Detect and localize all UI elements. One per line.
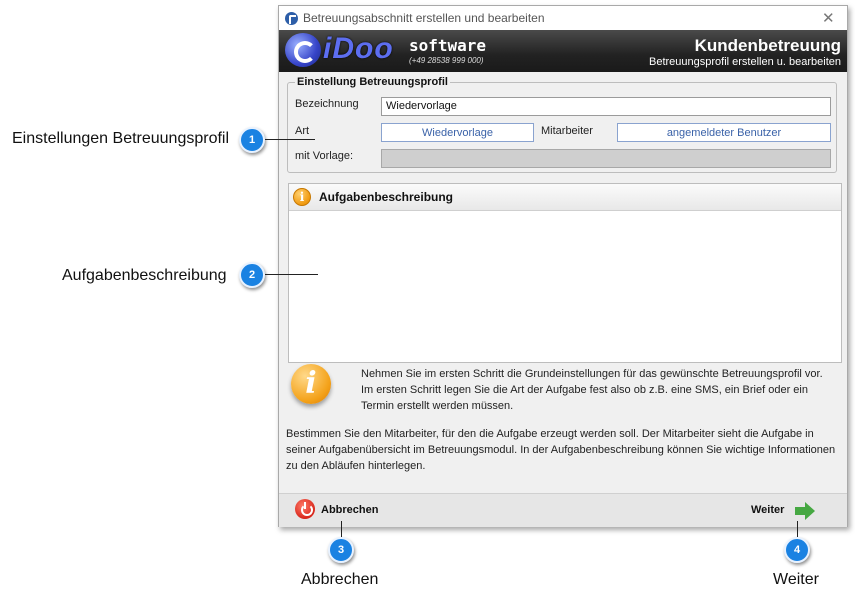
close-icon[interactable]: ✕ [822, 9, 835, 27]
cancel-button[interactable]: Abbrechen [289, 496, 399, 524]
callout-badge-1: 1 [239, 127, 265, 153]
callout-badge-3: 3 [328, 537, 354, 563]
callout-badge-2: 2 [239, 262, 265, 288]
dialog-footer: Abbrechen Weiter [279, 493, 847, 527]
callout-line-4 [797, 521, 798, 537]
bezeichnung-label: Bezeichnung [295, 98, 359, 110]
info-large-icon: i [291, 364, 331, 404]
profile-group-title: Einstellung Betreuungsprofil [295, 76, 450, 88]
vorlage-input[interactable] [381, 149, 831, 168]
callout-line-3 [341, 521, 342, 537]
banner-title: Kundenbetreuung [694, 36, 841, 55]
info-paragraph-2: Bestimmen Sie den Mitarbeiter, für den d… [286, 428, 836, 472]
cancel-label: Abbrechen [321, 504, 379, 516]
next-button[interactable]: Weiter [744, 496, 824, 524]
callout-label-1: Einstellungen Betreuungsprofil [12, 130, 230, 147]
task-panel-header: i Aufgabenbeschreibung [289, 184, 841, 211]
vorlage-label: mit Vorlage: [295, 150, 354, 162]
logo-text: iDoo [323, 32, 394, 65]
arrow-right-icon [805, 502, 815, 520]
callout-line-2 [265, 274, 318, 275]
art-label: Art [295, 125, 310, 137]
app-icon [285, 12, 298, 25]
callout-label-2: Aufgabenbeschreibung [62, 267, 227, 284]
header-banner: iDoo software (+49 28538 999 000) Kunden… [279, 30, 847, 72]
callout-label-3: Abbrechen [301, 571, 379, 588]
mitarbeiter-select[interactable]: angemeldeter Benutzer [617, 123, 831, 142]
info-paragraph-1: Nehmen Sie im ersten Schritt die Grundei… [361, 368, 823, 412]
task-panel-title: Aufgabenbeschreibung [319, 190, 454, 204]
callout-label-4: Weiter [773, 571, 819, 588]
next-label: Weiter [751, 504, 785, 516]
bezeichnung-input[interactable]: Wiedervorlage [381, 97, 831, 116]
power-icon [295, 499, 315, 519]
callout-badge-4: 4 [784, 537, 810, 563]
dialog-window: Betreuungsabschnitt erstellen und bearbe… [278, 5, 848, 527]
task-panel: i Aufgabenbeschreibung [288, 183, 842, 363]
banner-subtitle: Betreuungsprofil erstellen u. bearbeiten [648, 56, 841, 68]
task-description-textarea[interactable] [289, 211, 841, 362]
window-title: Betreuungsabschnitt erstellen und bearbe… [303, 11, 545, 25]
logo-software: software [409, 36, 487, 55]
logo-phone: (+49 28538 999 000) [409, 56, 484, 65]
logo-icon [285, 33, 321, 67]
mitarbeiter-label: Mitarbeiter [541, 125, 593, 137]
title-bar: Betreuungsabschnitt erstellen und bearbe… [279, 6, 847, 30]
info-icon: i [293, 188, 311, 206]
art-select[interactable]: Wiedervorlage [381, 123, 534, 142]
callout-line-1 [265, 139, 315, 140]
